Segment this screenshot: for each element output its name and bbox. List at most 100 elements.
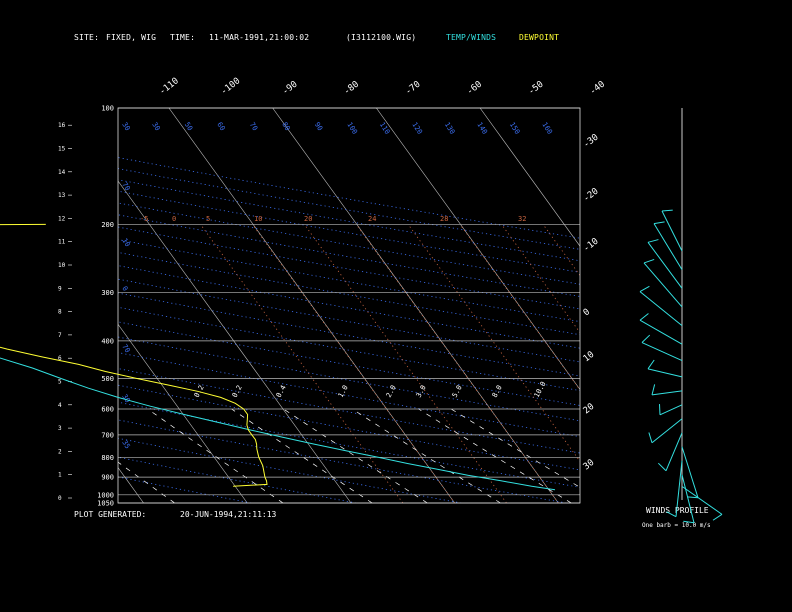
mixing-ratio-label: 10.0 (533, 380, 548, 399)
pressure-tick-label: 300 (101, 289, 114, 297)
dry-adiabat-label: 160 (540, 121, 553, 136)
mixing-ratio-label: 2.0 (385, 384, 398, 399)
dry-adiabat-line (118, 239, 580, 323)
isotherm-label-top: -70 (404, 79, 423, 97)
moist-adiabat-label: 10 (254, 215, 262, 223)
height-tick-label: 11 (58, 239, 66, 246)
moist-adiabat-line (585, 224, 787, 503)
wind-barb (675, 460, 683, 517)
wind-barb-flag (639, 313, 649, 321)
wind-barb (651, 418, 683, 444)
height-tick-label: 0 (58, 495, 62, 502)
isotherm-label-top: -100 (219, 76, 242, 97)
isotherm-label-right: -30 (582, 132, 601, 150)
pressure-tick-label: 500 (101, 375, 114, 383)
wind-barb (647, 368, 683, 378)
dry-adiabat-label: 140 (475, 121, 488, 136)
dry-adiabat-label: 50 (183, 121, 194, 132)
mixing-ratio-line (451, 408, 580, 488)
dry-adiabat-label: 130 (443, 121, 456, 136)
pressure-tick-label: 800 (101, 454, 114, 462)
isotherm-line (118, 180, 352, 503)
dewpoint-line (0, 223, 268, 487)
height-tick-label: 14 (58, 169, 66, 176)
moist-adiabat-label: 20 (304, 215, 312, 223)
dry-adiabat-line (118, 368, 580, 454)
dry-adiabat-label-left: 70 (120, 343, 131, 354)
wind-barb-flag (683, 520, 695, 524)
isotherm-label-top: -110 (158, 76, 181, 97)
pressure-tick-label: 700 (101, 431, 114, 439)
skew-t-chart: 1002003004005006007008009001000105001234… (0, 76, 792, 524)
wind-barb (641, 342, 683, 361)
wind-barb-flag (653, 221, 665, 225)
dry-adiabat-label-left: 0 (120, 285, 129, 293)
dry-adiabat-line (118, 336, 580, 422)
moist-adiabat-line (542, 224, 580, 277)
isotherm-label-right: 10 (582, 350, 597, 365)
height-tick-label: 3 (58, 425, 62, 432)
moist-adiabat-line (200, 224, 404, 503)
wind-barb (661, 210, 683, 252)
wind-barb (681, 446, 699, 498)
dry-adiabat-line (118, 265, 580, 349)
isotherm-label-right: -10 (582, 236, 601, 254)
dry-adiabat-line (118, 278, 580, 363)
mixing-ratio-label: 3.0 (415, 384, 428, 399)
dry-adiabat-line (118, 202, 580, 285)
height-tick-label: 13 (58, 192, 66, 199)
pressure-tick-label: 100 (101, 105, 114, 113)
moist-adiabat-label: 0 (172, 215, 176, 223)
dry-adiabat-line (118, 321, 580, 406)
dry-adiabat-label: 60 (215, 121, 226, 132)
wind-barb-flag (712, 513, 723, 521)
height-tick-label: 4 (58, 402, 62, 409)
dry-adiabat-line (118, 214, 580, 297)
dry-adiabat-label: 30 (150, 121, 161, 132)
dry-adiabat-line (118, 251, 580, 336)
moist-adiabat-label: 5 (206, 215, 210, 223)
isotherm-line (479, 108, 580, 247)
mixing-ratio-label: 0.4 (275, 384, 288, 399)
dry-adiabat-label-left: 70 (120, 181, 131, 192)
dry-adiabat-label: 70 (248, 121, 259, 132)
isotherm-label-top: -60 (465, 79, 484, 97)
mixing-ratio-label: 0.2 (231, 384, 244, 399)
mixing-ratio-line (231, 408, 373, 503)
mixing-ratio-line (0, 409, 99, 503)
height-tick-label: 9 (58, 285, 62, 292)
wind-barb (647, 242, 683, 289)
isotherm-line (584, 108, 792, 503)
wind-barb (639, 319, 683, 345)
dry-adiabat-label: 90 (313, 121, 324, 132)
isotherm-line (687, 108, 792, 503)
height-tick-label: 10 (58, 262, 66, 269)
moist-adiabat-label: 32 (518, 215, 526, 223)
dry-adiabat-line (118, 190, 580, 273)
isotherm-label-top: -50 (527, 79, 546, 97)
dry-adiabat-label-left: 35 (120, 439, 131, 450)
plot-area (0, 108, 792, 503)
pressure-tick-label: 400 (101, 337, 114, 345)
pressure-tick-label: 1000 (97, 491, 114, 499)
dry-adiabat-line (118, 226, 580, 310)
wind-barb-flag (647, 239, 659, 243)
height-tick-label: 7 (58, 332, 62, 339)
wind-barb (643, 262, 683, 308)
isotherm-label-top: -40 (588, 79, 607, 97)
height-tick-label: 8 (58, 309, 62, 316)
dry-adiabat-line (118, 179, 580, 262)
mixing-ratio-label: 1.0 (337, 384, 350, 399)
pressure-tick-label: 600 (101, 405, 114, 413)
isotherm-label-right: -20 (582, 186, 601, 204)
dry-adiabat-label-left: 10 (120, 237, 131, 248)
wind-barb-flag (641, 334, 651, 343)
dry-adiabat-line (118, 456, 357, 503)
height-tick-label: 5 (58, 379, 62, 386)
dry-adiabat-line (118, 419, 567, 503)
moist-adiabat-label: 28 (440, 215, 448, 223)
dry-adiabat-label: 120 (410, 121, 423, 136)
height-tick-label: 12 (58, 215, 66, 222)
height-tick-label: 15 (58, 146, 66, 153)
wind-barb (651, 390, 683, 396)
